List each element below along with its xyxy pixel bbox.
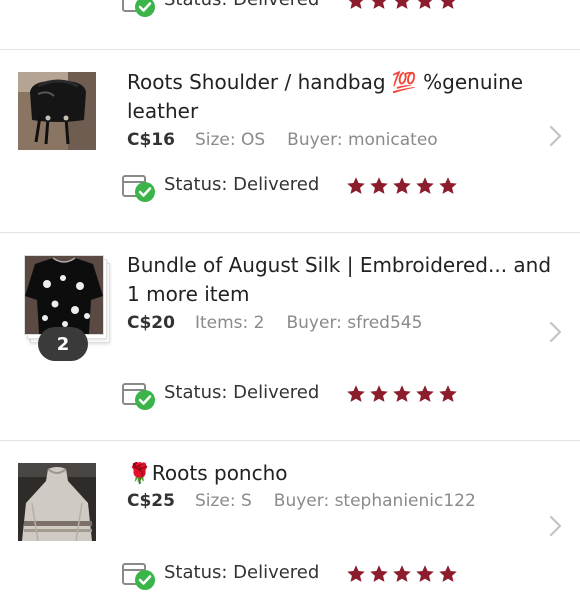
- buyer-name: Buyer: stephanienic122: [273, 491, 476, 511]
- item-size: Size: S: [194, 491, 252, 511]
- product-thumbnail[interactable]: [18, 463, 96, 541]
- star-icon: [439, 177, 457, 194]
- star-icon: [348, 0, 364, 9]
- order-row[interactable]: 🌹Roots poncho C$25 Size: S Buyer: stephani…: [0, 440, 580, 600]
- rating-stars: [346, 564, 458, 584]
- star-icon: [393, 177, 411, 194]
- star-icon: [370, 177, 388, 194]
- rating-stars: [346, 176, 458, 196]
- star-icon: [347, 177, 365, 194]
- product-thumbnail[interactable]: [24, 255, 104, 335]
- item-meta: C$25 Size: S Buyer: stephanienic122: [127, 491, 476, 511]
- item-price: C$25: [127, 491, 175, 511]
- handbag-image: [18, 72, 96, 150]
- star-icon: [393, 385, 411, 402]
- order-row[interactable]: Roots Shoulder / handbag 💯 %genuine leat…: [0, 49, 580, 232]
- buyer-name: Buyer: sfred545: [286, 313, 423, 333]
- star-icon: [370, 385, 388, 402]
- delivered-box-icon: [122, 0, 155, 17]
- star-icon: [439, 565, 457, 582]
- item-price: C$16: [127, 130, 175, 150]
- rating-stars: [346, 0, 458, 11]
- star-icon: [440, 0, 456, 9]
- chevron-right-icon[interactable]: [548, 321, 562, 343]
- status-row: Status: Delivered: [121, 558, 521, 592]
- order-row[interactable]: 2 Bundle of August Silk | Embroidered...…: [0, 232, 580, 440]
- delivered-box-icon: [122, 563, 155, 590]
- buyer-name: Buyer: monicateo: [287, 130, 438, 150]
- delivered-box-icon: [122, 175, 155, 202]
- status-row: Status: Delivered: [121, 170, 521, 204]
- chevron-right-icon[interactable]: [548, 515, 562, 537]
- item-meta: C$16 Size: OS Buyer: monicateo: [127, 130, 438, 150]
- star-icon: [371, 0, 387, 9]
- star-icon: [417, 0, 433, 9]
- floral-blouse-image: [25, 256, 103, 334]
- star-icon: [347, 565, 365, 582]
- chevron-right-icon[interactable]: [548, 125, 562, 147]
- item-count-badge: 2: [38, 327, 88, 361]
- order-row[interactable]: Status: Delivered: [0, 0, 580, 50]
- item-price: C$20: [127, 313, 175, 333]
- status-row: Status: Delivered: [121, 0, 521, 19]
- item-title[interactable]: 🌹Roots poncho: [127, 459, 557, 488]
- item-title[interactable]: Roots Shoulder / handbag 💯 %genuine leat…: [127, 68, 557, 126]
- star-icon: [416, 565, 434, 582]
- status-text: Status: Delivered: [164, 174, 320, 195]
- product-thumbnail[interactable]: [18, 72, 96, 150]
- star-icon: [416, 385, 434, 402]
- status-row: Status: Delivered: [121, 378, 521, 412]
- item-meta: C$20 Items: 2 Buyer: sfred545: [127, 313, 422, 333]
- star-icon: [347, 385, 365, 402]
- status-text: Status: Delivered: [164, 382, 320, 403]
- star-icon: [416, 177, 434, 194]
- status-text: Status: Delivered: [164, 0, 319, 10]
- item-size: Size: OS: [194, 130, 266, 150]
- rating-stars: [346, 384, 458, 404]
- star-icon: [393, 565, 411, 582]
- star-icon: [439, 385, 457, 402]
- poncho-image: [18, 463, 96, 541]
- item-title[interactable]: Bundle of August Silk | Embroidered... a…: [127, 251, 557, 309]
- star-icon: [370, 565, 388, 582]
- delivered-box-icon: [122, 383, 155, 410]
- star-icon: [394, 0, 410, 9]
- item-count: Items: 2: [194, 313, 265, 333]
